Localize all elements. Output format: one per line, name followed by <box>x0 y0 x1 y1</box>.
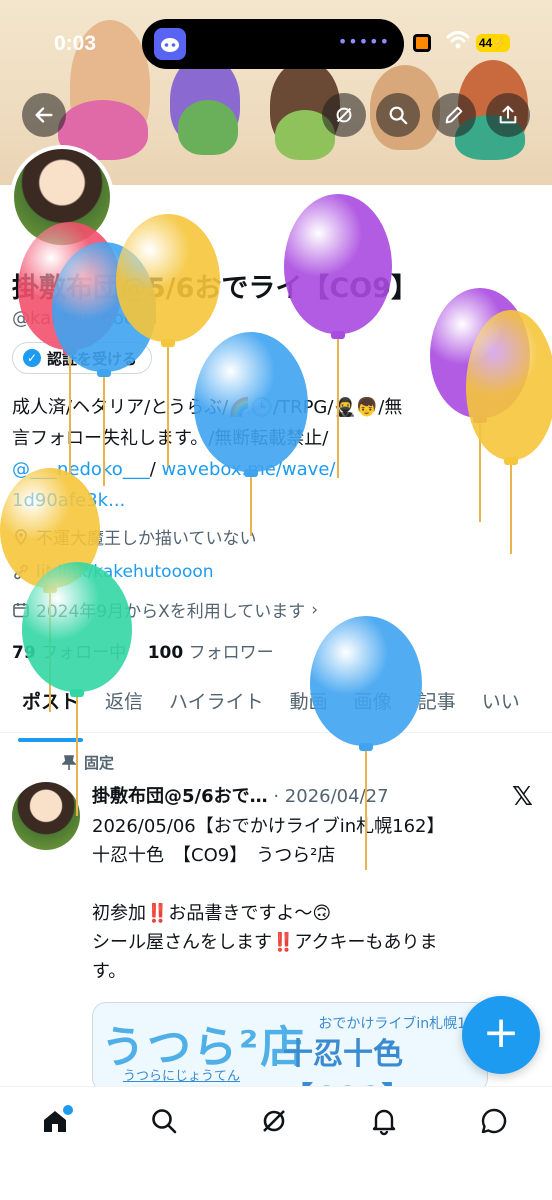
bottom-navigation <box>0 1086 552 1200</box>
profile-tabs: ポスト 返信 ハイライト 動画 画像 記事 いい <box>0 684 552 742</box>
followers-count: 100 <box>147 643 184 663</box>
chat-bubble-icon <box>481 1108 507 1134</box>
followers-label: フォロワー <box>188 643 274 663</box>
status-time: 0:03 <box>54 32 97 55</box>
share-icon <box>499 105 517 124</box>
card-tiny-text: うつらにじょうてん <box>123 1069 241 1084</box>
balloon-knot <box>161 339 175 347</box>
profile-location: 不運大魔王しか描いていない <box>12 524 257 549</box>
nav-messages[interactable] <box>466 1101 522 1141</box>
verified-badge-icon: ✓ <box>23 349 41 367</box>
tab-videos[interactable]: 動画 <box>290 684 328 732</box>
nav-home[interactable] <box>27 1101 83 1141</box>
search-icon <box>152 1109 177 1134</box>
tab-images[interactable]: 画像 <box>354 684 392 732</box>
bio-links-row: @___nedoko___/ wavebox.me/wave/ <box>12 454 537 485</box>
pin-icon <box>62 754 76 770</box>
joined-text: 2024年9月からXを利用しています <box>36 602 306 622</box>
bell-icon <box>372 1109 396 1136</box>
pencil-icon <box>445 106 463 124</box>
compose-button[interactable]: + <box>462 996 540 1074</box>
post-text: 2026/05/06【おでかけライブin札幌162】 十忍十色 【CO9】 うつ… <box>92 816 445 982</box>
battery-indicator: 44⚡ <box>476 34 510 52</box>
nav-search[interactable] <box>136 1101 192 1141</box>
pinned-indicator: 固定 <box>62 752 114 773</box>
balloon-body <box>284 194 392 334</box>
profile-bio: 成人済/ヘタリア/とうらぶ/🌈🕒/TRPG/🥷👦/無 言フォロー失礼します。/無… <box>12 392 537 516</box>
search-icon <box>389 106 408 125</box>
search-button[interactable] <box>376 93 420 137</box>
post-media-card[interactable]: うつら²店 おでかけライブin札幌16 十忍十色【CO9】 うつらにじょうてん <box>92 1002 488 1092</box>
notification-dot <box>63 1105 73 1115</box>
grok-icon <box>336 107 352 123</box>
bio-separator: / <box>149 459 162 480</box>
status-bar: 0:03 ••••• 44⚡ <box>0 0 552 90</box>
bio-line: 成人済/ヘタリア/とうらぶ/🌈🕒/TRPG/🥷👦/無 <box>12 397 403 418</box>
audio-activity-icon: ••••• <box>337 32 390 51</box>
wifi-icon <box>446 31 470 49</box>
verify-button-label: 認証を受ける <box>47 349 138 368</box>
profile-website[interactable]: lit.link/kakehutoooon <box>12 562 214 582</box>
nav-grok[interactable] <box>246 1101 302 1141</box>
bio-mention-link[interactable]: @___nedoko___ <box>12 459 150 480</box>
dynamic-island[interactable]: ••••• <box>142 19 404 69</box>
profile-avatar[interactable] <box>10 145 114 249</box>
tab-replies[interactable]: 返信 <box>105 684 143 732</box>
followers-link[interactable]: 100 フォロワー <box>148 643 274 663</box>
banner-character <box>178 100 238 155</box>
follow-stats: 79 フォロー中 100 フォロワー <box>12 638 274 663</box>
tab-posts[interactable]: ポスト <box>17 684 84 742</box>
back-button[interactable] <box>22 93 66 137</box>
grok-button[interactable] <box>322 93 366 137</box>
grok-icon <box>263 1110 285 1132</box>
balloon-knot <box>359 743 373 751</box>
bio-line: 言フォロー失礼します。/無断転載禁止/ <box>12 428 329 449</box>
post-header: 掛敷布団@5/6おで… · 2026/04/27 <box>92 782 389 808</box>
nav-notifications[interactable] <box>356 1101 412 1141</box>
balloon-knot <box>331 331 345 339</box>
recording-icon <box>413 34 431 52</box>
x-logo-icon: 𝕏 <box>512 782 533 812</box>
card-right-text: 十忍十色【CO9】 <box>283 1037 411 1091</box>
calendar-icon <box>13 602 29 617</box>
profile-handle: @kakehutoooon <box>12 308 158 329</box>
post-avatar[interactable] <box>12 782 80 850</box>
location-text: 不運大魔王しか描いていない <box>36 529 257 549</box>
share-button[interactable] <box>486 93 530 137</box>
verify-button[interactable]: ✓ 認証を受ける <box>12 342 153 374</box>
tab-articles[interactable]: 記事 <box>418 684 456 732</box>
battery-level: 44 <box>478 36 493 50</box>
website-link[interactable]: lit.link/kakehutoooon <box>36 562 214 582</box>
balloon-knot <box>43 585 57 593</box>
tab-highlights[interactable]: ハイライト <box>169 684 264 732</box>
bio-url-link[interactable]: wavebox.me/wave/ <box>162 459 336 480</box>
profile-name: 掛敷布団@5/6おでライ【CO9】 <box>12 273 418 304</box>
chevron-right-icon: › <box>311 599 319 620</box>
pinned-label: 固定 <box>84 754 115 772</box>
discord-icon <box>154 28 186 60</box>
following-label: フォロー中 <box>41 643 127 663</box>
avatar-image <box>14 149 110 245</box>
following-count: 79 <box>12 643 36 663</box>
tabs-divider <box>0 732 552 733</box>
following-link[interactable]: 79 フォロー中 <box>12 643 126 663</box>
profile-joined[interactable]: 2024年9月からXを利用しています › <box>12 597 318 622</box>
link-icon <box>14 564 28 580</box>
post-author[interactable]: 掛敷布団@5/6おで… <box>92 786 268 807</box>
bio-url-link-cont[interactable]: 1d90afe3k... <box>12 490 125 511</box>
location-pin-icon <box>15 528 27 545</box>
post-date: · 2026/04/27 <box>273 786 389 807</box>
edit-button[interactable] <box>432 93 476 137</box>
tab-likes[interactable]: いい <box>482 684 520 732</box>
arrow-left-icon <box>35 107 53 123</box>
